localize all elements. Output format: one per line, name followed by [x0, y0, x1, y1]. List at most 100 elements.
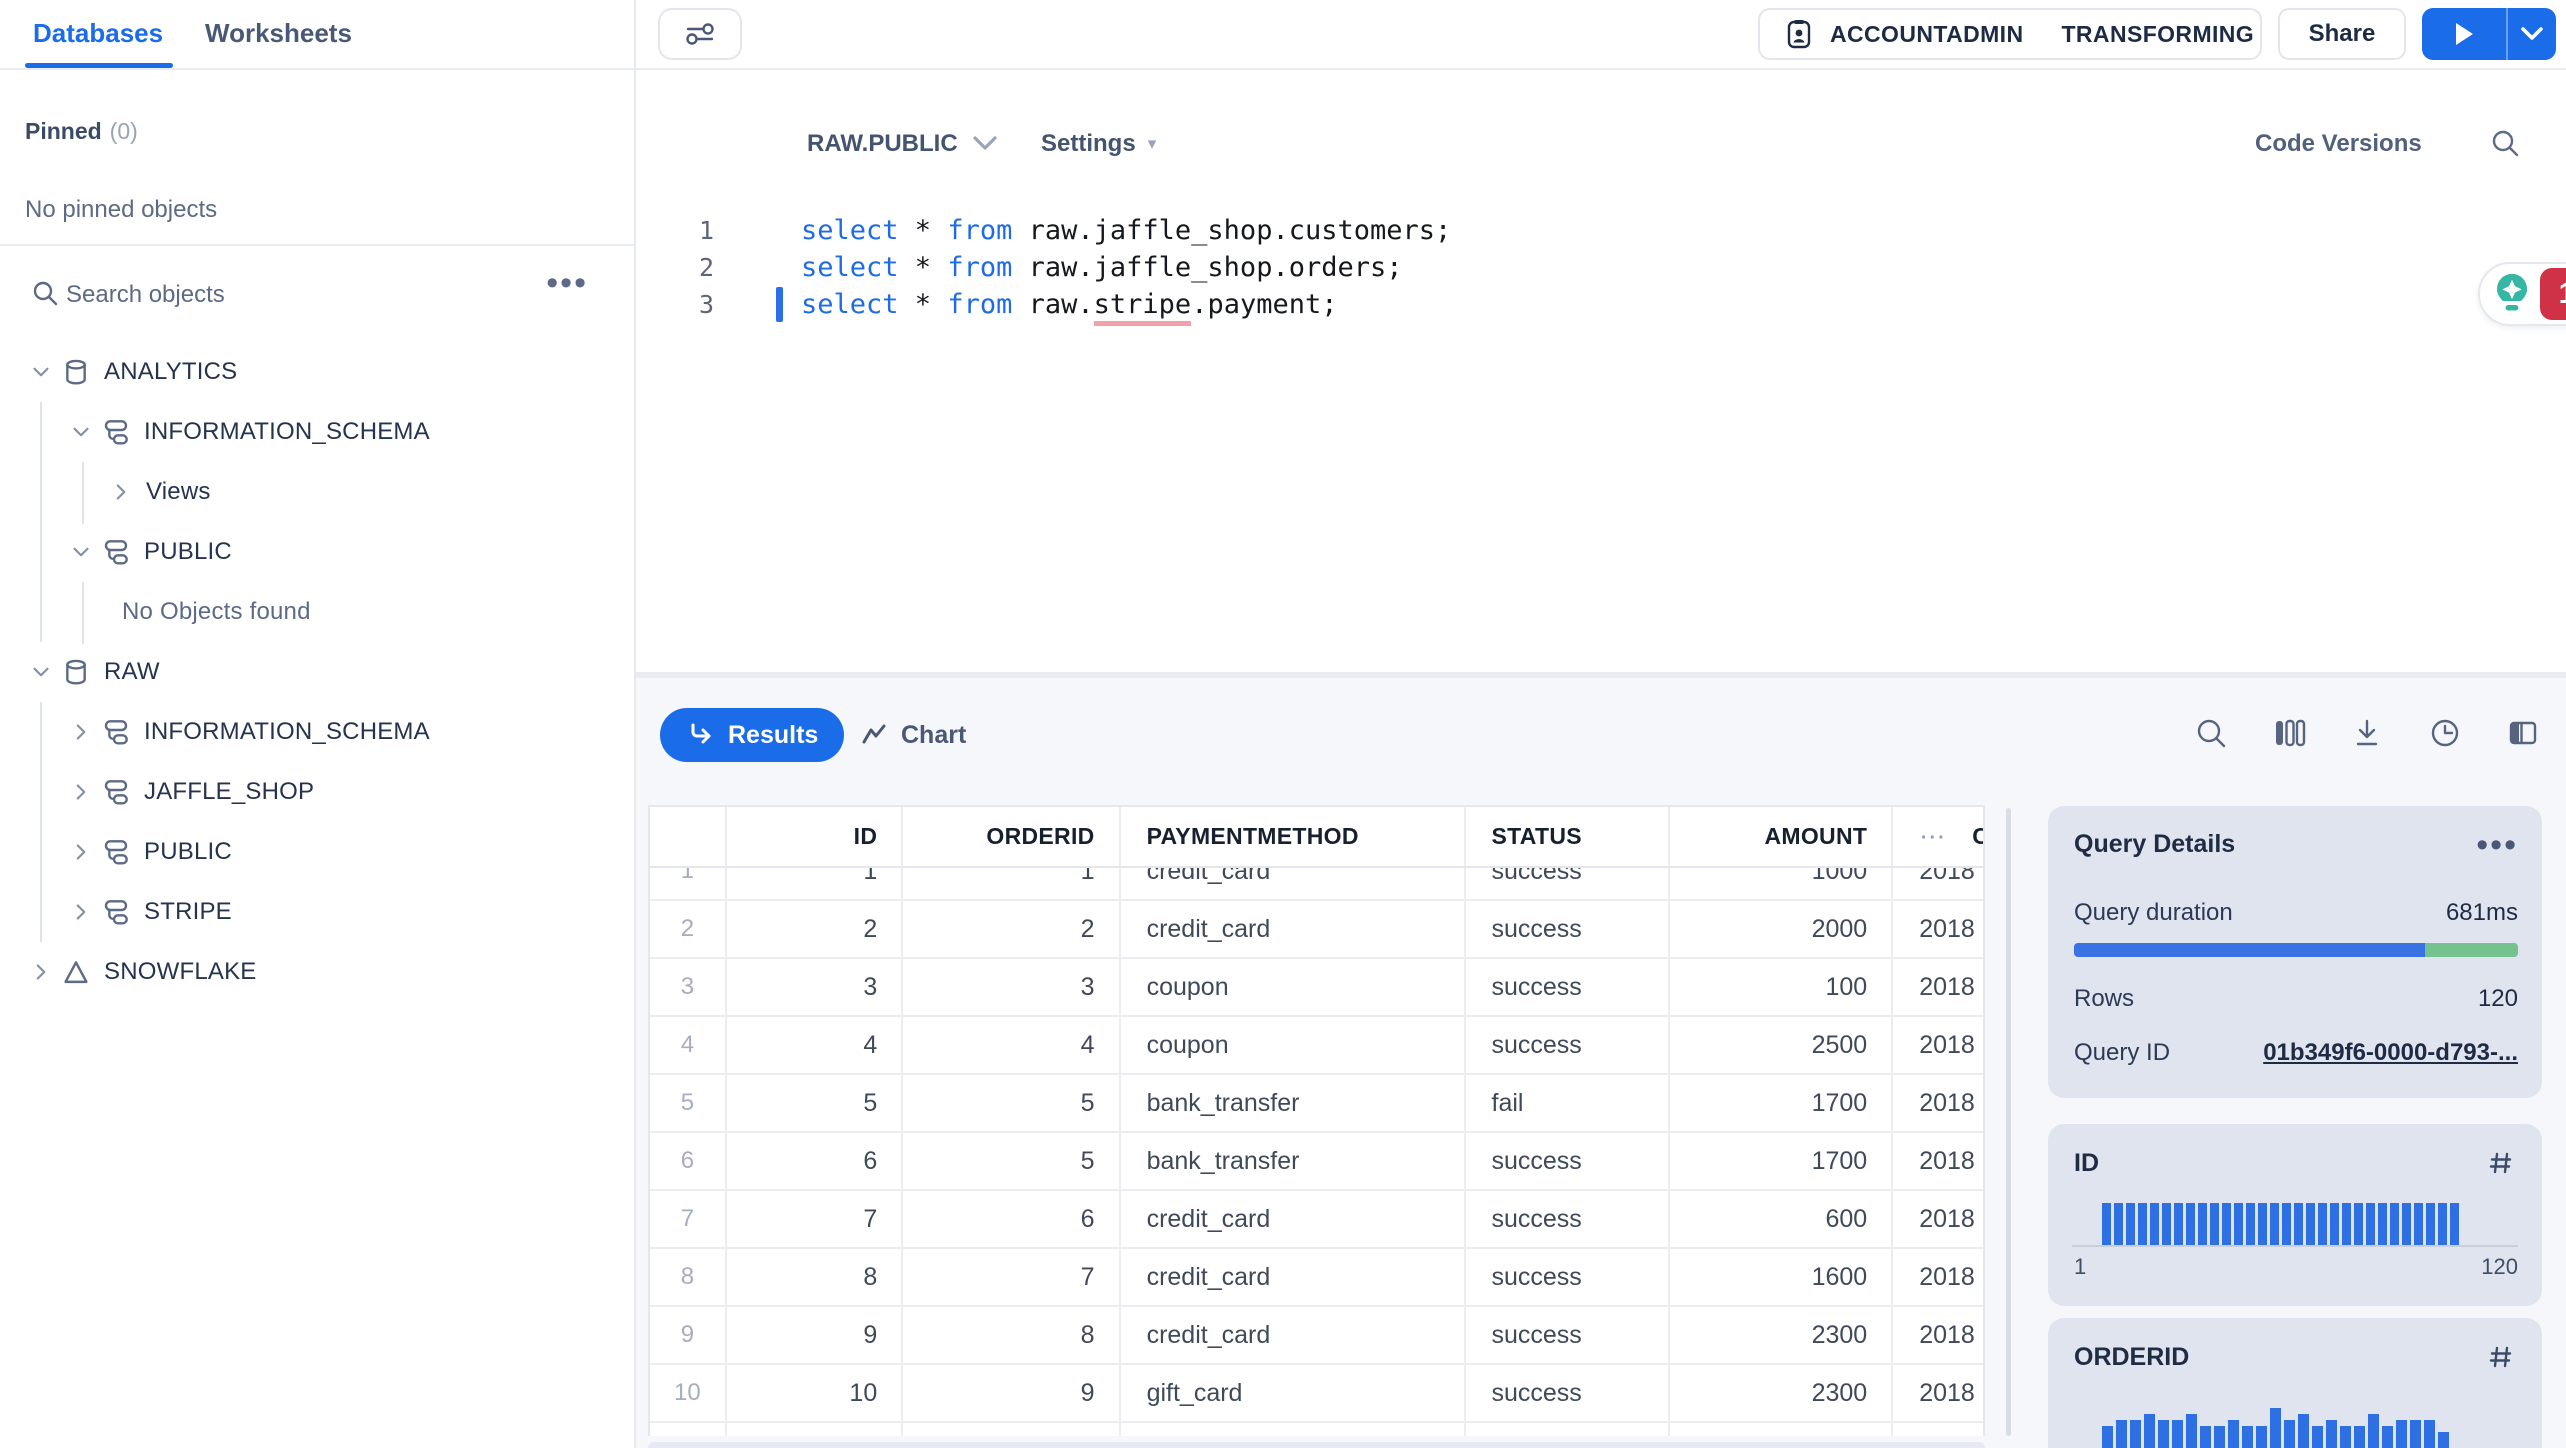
sql-editor[interactable]: 1 select * from raw.jaffle_shop.customers… [636, 182, 2566, 672]
vertical-scrollbar[interactable] [2006, 808, 2011, 1436]
table-row[interactable]: 2 2 2 credit_card success 2000 2018 [650, 901, 1983, 959]
column-header-amount[interactable]: AMOUNT [1670, 807, 1894, 866]
column-header-rownum[interactable] [650, 807, 727, 866]
table-cell: 6 [727, 1133, 904, 1189]
code-line-text: select * from raw.jaffle_shop.orders; [801, 252, 1403, 283]
chevron-down-icon [28, 659, 54, 685]
run-button[interactable] [2422, 8, 2506, 60]
table-cell: 10 [727, 1365, 904, 1421]
history-clock-icon[interactable] [2426, 714, 2464, 752]
download-icon[interactable] [2348, 714, 2386, 752]
column-header-orderid[interactable]: ORDERID [903, 807, 1121, 866]
table-cell: 2300 [1670, 1307, 1894, 1363]
line-number: 3 [698, 290, 714, 319]
table-row[interactable]: 1 1 1 credit_card success 1000 2018 [650, 868, 1983, 901]
tree-item-raw[interactable]: RAW [0, 642, 634, 702]
table-cell: 1 [903, 868, 1121, 899]
table-cell: credit_card [1121, 868, 1466, 899]
column-menu-icon[interactable]: ⋯ [1919, 821, 1946, 852]
tree-item-analytics[interactable]: ANALYTICS [0, 342, 634, 402]
role-label: ACCOUNTADMIN [1830, 20, 2024, 47]
histogram-bar [2312, 1426, 2323, 1448]
column-header-c[interactable]: ⋯ C [1893, 807, 1983, 866]
tree-item-stripe[interactable]: STRIPE [0, 882, 634, 942]
tree-item-snowflake[interactable]: SNOWFLAKE [0, 942, 634, 1002]
tree-item-public[interactable]: PUBLIC [0, 822, 634, 882]
table-row[interactable]: 5 5 5 bank_transfer fail 1700 2018 [650, 1075, 1983, 1133]
table-row[interactable]: 3 3 3 coupon success 100 2018 [650, 959, 1983, 1017]
results-tab-label: Results [728, 720, 819, 749]
split-panel-icon[interactable] [2504, 714, 2542, 752]
database-schema-selector[interactable]: RAW.PUBLIC [807, 130, 998, 158]
table-row[interactable]: 6 6 5 bank_transfer success 1700 2018 [650, 1133, 1983, 1191]
tree-item-label: No Objects found [122, 598, 311, 625]
numeric-column-icon[interactable] [2484, 1340, 2518, 1374]
share-button[interactable]: Share [2278, 8, 2406, 60]
table-header-row: ID ORDERID PAYMENTMETHOD STATUS AMOUNT ⋯ C [648, 805, 1985, 868]
tab-results[interactable]: Results [660, 708, 845, 762]
copilot-suggestions-pill[interactable]: 1 [2478, 262, 2566, 326]
warehouse-label: TRANSFORMING [2061, 20, 2255, 47]
tree-item-public[interactable]: PUBLIC [0, 522, 634, 582]
tree-item-information_schema[interactable]: INFORMATION_SCHEMA [0, 702, 634, 762]
tree-item-views[interactable]: Views [0, 462, 634, 522]
sidebar-tabs: Databases Worksheets [0, 0, 634, 70]
line-number: 2 [698, 253, 714, 282]
histogram-bar [2368, 1414, 2379, 1448]
table-row[interactable]: 8 8 7 credit_card success 1600 2018 [650, 1249, 1983, 1307]
id-min-label: 1 [2074, 1254, 2087, 1279]
tree-item-information_schema[interactable]: INFORMATION_SCHEMA [0, 402, 634, 462]
tree-guide-line [82, 582, 84, 644]
pinned-section-title: Pinned (0) [25, 118, 138, 145]
columns-icon[interactable] [2270, 714, 2308, 752]
tree-item-jaffle_shop[interactable]: JAFFLE_SHOP [0, 762, 634, 822]
search-results-icon[interactable] [2192, 714, 2230, 752]
query-id-link[interactable]: 01b349f6-0000-d793-... [2263, 1039, 2518, 1067]
tab-databases[interactable]: Databases [33, 18, 163, 49]
table-cell: success [1466, 1017, 1670, 1073]
table-cell: gift_card [1121, 1365, 1466, 1421]
table-cell: 1 [727, 868, 904, 899]
query-details-title: Query Details [2074, 830, 2236, 858]
table-cell: fail [1466, 1075, 1670, 1131]
tree-item-label: Views [146, 478, 211, 505]
run-options-button[interactable] [2508, 8, 2556, 60]
horizontal-scrollbar[interactable] [648, 1442, 1985, 1448]
duration-bar-blue [2074, 943, 2425, 957]
histogram-bar [2186, 1414, 2197, 1448]
histogram-bar [2396, 1420, 2407, 1448]
text-cursor [776, 287, 783, 322]
table-cell: 1000 [1670, 868, 1894, 899]
numeric-column-icon[interactable] [2484, 1146, 2518, 1180]
table-row[interactable] [650, 1423, 1983, 1436]
table-cell: 1700 [1670, 1133, 1894, 1189]
search-objects-input[interactable] [64, 272, 468, 318]
settings-menu[interactable]: Settings ▾ [1041, 130, 1156, 158]
copilot-badge: 1 [2540, 268, 2566, 320]
table-cell: bank_transfer [1121, 1133, 1466, 1189]
tab-worksheets[interactable]: Worksheets [205, 18, 352, 49]
table-row[interactable]: 4 4 4 coupon success 2500 2018 [650, 1017, 1983, 1075]
histogram-bar [2342, 1203, 2351, 1245]
column-header-paymentmethod[interactable]: PAYMENTMETHOD [1121, 807, 1466, 866]
editor-search-icon[interactable] [2488, 126, 2522, 160]
column-header-id[interactable]: ID [727, 807, 904, 866]
context-role-warehouse-selector[interactable]: ACCOUNTADMIN TRANSFORMING [1758, 8, 2262, 60]
chevron-right-icon [68, 899, 94, 925]
column-header-status[interactable]: STATUS [1466, 807, 1670, 866]
table-cell: success [1466, 1365, 1670, 1421]
table-row[interactable]: 7 7 6 credit_card success 600 2018 [650, 1191, 1983, 1249]
database-icon [60, 656, 92, 688]
table-row[interactable]: 9 9 8 credit_card success 2300 2018 [650, 1307, 1983, 1365]
code-versions-link[interactable]: Code Versions [2255, 130, 2422, 158]
id-histogram [2072, 1201, 2518, 1247]
table-row[interactable]: 10 10 9 gift_card success 2300 2018 [650, 1365, 1983, 1423]
query-details-menu-icon[interactable]: ••• [2476, 828, 2518, 862]
sidebar-more-icon[interactable]: ••• [546, 264, 588, 303]
schema-icon [100, 536, 132, 568]
row-number-cell: 7 [650, 1191, 727, 1247]
worksheet-filters-button[interactable] [658, 8, 742, 60]
tree-item-label: ANALYTICS [104, 358, 238, 385]
tab-chart[interactable]: Chart [859, 708, 966, 762]
row-number-cell: 8 [650, 1249, 727, 1305]
